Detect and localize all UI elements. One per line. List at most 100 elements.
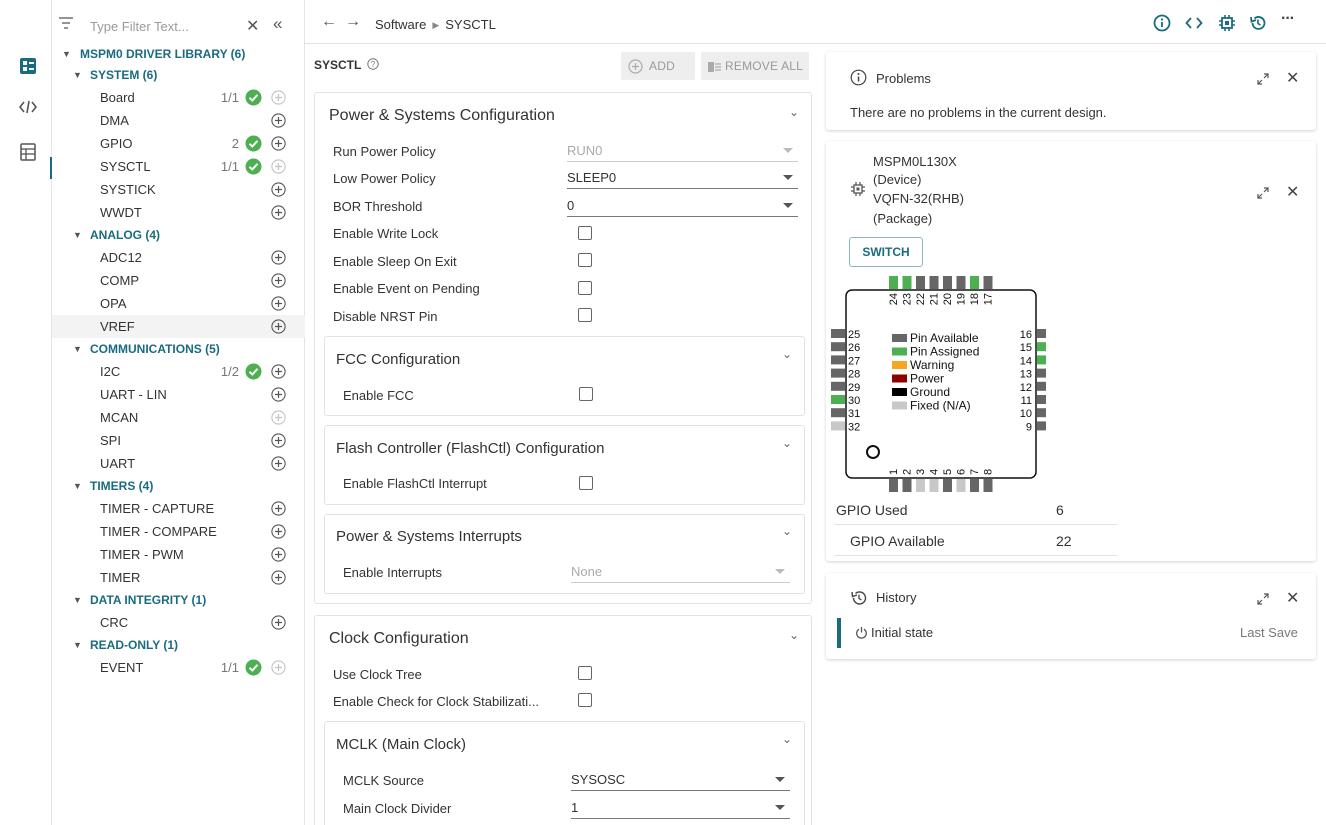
- add-module-icon[interactable]: [271, 182, 286, 197]
- tree-item[interactable]: TIMER: [52, 566, 305, 589]
- tree-item[interactable]: TIMER - CAPTURE: [52, 497, 305, 520]
- pin-left[interactable]: [831, 355, 845, 365]
- pin-right[interactable]: [1037, 395, 1046, 404]
- chevron-down-icon[interactable]: ⌄: [782, 524, 792, 538]
- tree-category[interactable]: ▼ TIMERS (4): [52, 475, 305, 497]
- close-icon[interactable]: ✕: [1286, 68, 1299, 88]
- enable-interrupts-select[interactable]: None: [571, 563, 790, 583]
- tree-category[interactable]: ▼ DATA INTEGRITY (1): [52, 589, 305, 611]
- pin-bottom[interactable]: [916, 479, 925, 492]
- tree-item[interactable]: TIMER - COMPARE: [52, 520, 305, 543]
- info-icon[interactable]: [1153, 14, 1171, 32]
- tree-item[interactable]: SYSCTL 1/1: [52, 155, 305, 178]
- tree-item[interactable]: COMP: [52, 269, 305, 292]
- pin-bottom[interactable]: [943, 479, 952, 492]
- pin-bottom[interactable]: [902, 479, 912, 492]
- pin-top[interactable]: [929, 276, 939, 289]
- add-module-icon[interactable]: [271, 273, 286, 288]
- tree-item[interactable]: OPA: [52, 292, 305, 315]
- power-interrupts-title[interactable]: Power & Systems Interrupts: [336, 528, 522, 545]
- collapse-sidebar-icon[interactable]: «: [273, 14, 282, 34]
- tree-item[interactable]: GPIO 2: [52, 132, 305, 155]
- fcc-config-title[interactable]: FCC Configuration: [336, 351, 460, 368]
- code-icon[interactable]: [1185, 14, 1203, 32]
- add-module-icon[interactable]: [271, 524, 286, 539]
- config-view-icon[interactable]: [18, 56, 38, 76]
- pin-top[interactable]: [956, 276, 966, 289]
- caret-down-icon[interactable]: ▼: [73, 589, 82, 611]
- main-clock-divider-select[interactable]: 1: [571, 799, 790, 819]
- tree-item[interactable]: EVENT 1/1: [52, 656, 305, 679]
- pin-right[interactable]: [1037, 408, 1046, 418]
- code-view-icon[interactable]: [18, 97, 38, 117]
- pin-bottom[interactable]: [970, 479, 979, 492]
- pin-left[interactable]: [831, 395, 845, 404]
- calculator-view-icon[interactable]: [18, 142, 38, 162]
- pin-top[interactable]: [983, 276, 993, 289]
- help-icon[interactable]: ?: [367, 58, 379, 70]
- add-module-icon[interactable]: [271, 136, 286, 151]
- tree-item[interactable]: WWDT: [52, 201, 305, 224]
- power-systems-title[interactable]: Power & Systems Configuration: [329, 107, 555, 125]
- history-icon[interactable]: [1249, 14, 1267, 32]
- add-module-icon[interactable]: [271, 250, 286, 265]
- tree-item[interactable]: ADC12: [52, 246, 305, 269]
- pin-top[interactable]: [889, 276, 898, 289]
- add-module-icon[interactable]: [271, 296, 286, 311]
- chevron-down-icon[interactable]: ⌄: [789, 105, 799, 119]
- pin-left[interactable]: [831, 421, 845, 431]
- close-icon[interactable]: ✕: [1286, 182, 1299, 202]
- tree-item[interactable]: MCAN: [52, 406, 305, 429]
- tree-item[interactable]: CRC: [52, 611, 305, 634]
- mclk-source-select[interactable]: SYSOSC: [571, 771, 790, 791]
- pin-top[interactable]: [902, 276, 912, 289]
- add-module-icon[interactable]: [271, 319, 286, 334]
- tree-category[interactable]: ▼ COMMUNICATIONS (5): [52, 338, 305, 360]
- low-power-policy-select[interactable]: SLEEP0: [567, 169, 798, 189]
- tree-category[interactable]: ▼ READ-ONLY (1): [52, 634, 305, 656]
- breadcrumb-sysctl[interactable]: SYSCTL: [445, 17, 496, 32]
- tree-item[interactable]: UART - LIN: [52, 383, 305, 406]
- enable-flashctl-interrupt-checkbox[interactable]: [579, 476, 593, 490]
- tree-item[interactable]: SYSTICK: [52, 178, 305, 201]
- add-module-icon[interactable]: [271, 501, 286, 516]
- tree-category[interactable]: ▼ SYSTEM (6): [52, 64, 305, 86]
- pin-right[interactable]: [1037, 368, 1046, 378]
- filter-input[interactable]: [90, 17, 240, 35]
- close-icon[interactable]: ✕: [1286, 588, 1299, 608]
- tree-item[interactable]: TIMER - PWM: [52, 543, 305, 566]
- pin-left[interactable]: [831, 329, 845, 338]
- tree-item[interactable]: I2C 1/2: [52, 360, 305, 383]
- pin-right[interactable]: [1037, 381, 1046, 391]
- caret-down-icon[interactable]: ▼: [73, 64, 82, 86]
- use-clock-tree-checkbox[interactable]: [578, 666, 592, 680]
- bor-threshold-select[interactable]: 0: [567, 197, 798, 217]
- tree-category[interactable]: ▼ ANALOG (4): [52, 224, 305, 246]
- caret-down-icon[interactable]: ▼: [73, 475, 82, 497]
- caret-down-icon[interactable]: ▼: [73, 224, 82, 246]
- enable-fcc-checkbox[interactable]: [579, 387, 593, 401]
- add-module-icon[interactable]: [271, 113, 286, 128]
- pin-bottom[interactable]: [889, 479, 898, 492]
- write-lock-checkbox[interactable]: [578, 226, 592, 240]
- tree-root[interactable]: ▼ MSPM0 DRIVER LIBRARY (6): [52, 46, 305, 64]
- pin-right[interactable]: [1037, 329, 1046, 338]
- pin-bottom[interactable]: [929, 479, 939, 492]
- back-arrow-icon[interactable]: ←: [321, 13, 337, 31]
- pin-top[interactable]: [970, 276, 979, 289]
- breadcrumb-software[interactable]: Software: [375, 17, 426, 32]
- pin-top[interactable]: [916, 276, 925, 289]
- add-module-icon[interactable]: [271, 364, 286, 379]
- add-module-icon[interactable]: [271, 433, 286, 448]
- add-module-icon[interactable]: [271, 387, 286, 402]
- disable-nrst-checkbox[interactable]: [578, 308, 592, 322]
- pin-top[interactable]: [943, 276, 952, 289]
- tree-item[interactable]: SPI: [52, 429, 305, 452]
- pin-right[interactable]: [1037, 342, 1046, 352]
- tree-item[interactable]: Board 1/1: [52, 86, 305, 109]
- run-power-policy-select[interactable]: RUN0: [567, 142, 798, 162]
- add-module-icon[interactable]: [271, 570, 286, 585]
- remove-all-button[interactable]: REMOVE ALL: [701, 52, 809, 80]
- tree-item[interactable]: UART: [52, 452, 305, 475]
- expand-icon[interactable]: [1256, 186, 1270, 200]
